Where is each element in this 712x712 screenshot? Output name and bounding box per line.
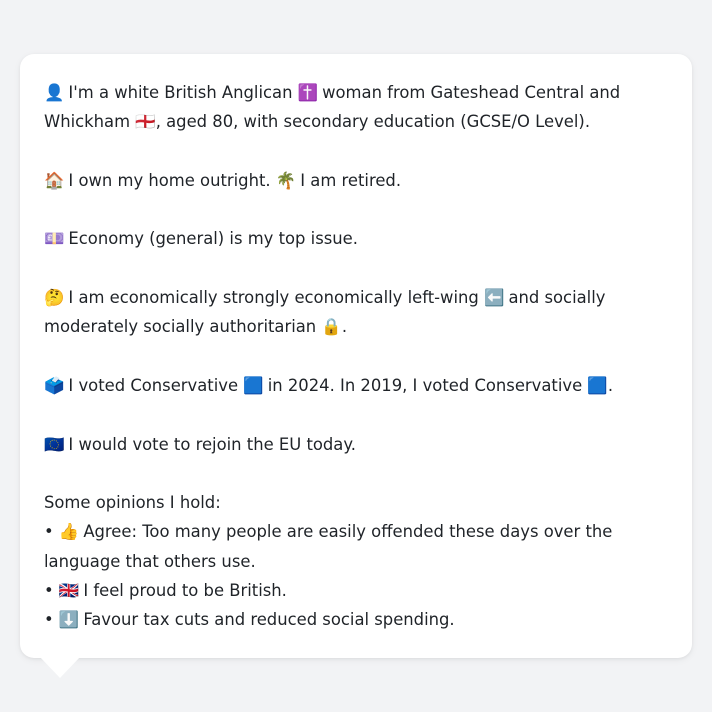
bubble-tail xyxy=(39,656,81,678)
home-text-1: I own my home outright. xyxy=(68,170,271,190)
uk-flag-icon: 🇬🇧 xyxy=(58,581,80,601)
down-arrow-icon: ⬇️ xyxy=(58,610,80,630)
opinions-heading: Some opinions I hold: xyxy=(44,493,221,513)
bullet-char: • xyxy=(44,581,54,601)
issue-text: Economy (general) is my top issue. xyxy=(68,229,358,249)
persona-message-bubble: 👤 I'm a white British Anglican ✝️ woman fr… xyxy=(20,54,692,658)
thinking-face-icon: 🤔 xyxy=(44,288,65,308)
eu-paragraph: 🇪🇺 I would vote to rejoin the EU today. xyxy=(44,430,668,459)
opinion-text: Agree: Too many people are easily offend… xyxy=(44,522,613,571)
eu-flag-icon: 🇪🇺 xyxy=(44,434,65,454)
ideology-paragraph: 🤔 I am economically strongly economically… xyxy=(44,283,668,342)
thumbs-up-icon: 👍 xyxy=(58,522,80,542)
home-paragraph: 🏠 I own my home outright. 🌴 I am retired. xyxy=(44,166,668,195)
ideology-text-1: I am economically strongly economically … xyxy=(68,288,479,308)
bullet-char: • xyxy=(44,522,54,542)
cross-icon: ✝️ xyxy=(297,83,319,102)
england-flag-icon: 🏴󠁧󠁢󠁥󠁮󠁧󠁿 xyxy=(135,112,156,132)
ideology-text-3: . xyxy=(341,317,348,337)
vote-paragraph: 🗳️ I voted Conservative 🟦 in 2024. In 2019… xyxy=(44,371,668,400)
identity-text-3: , aged 80, with secondary education (GCS… xyxy=(155,112,591,132)
lock-icon: 🔒 xyxy=(321,317,342,337)
opinion-text: I feel proud to be British. xyxy=(83,581,287,601)
home-text-2: I am retired. xyxy=(300,170,402,190)
issue-paragraph: 💷 Economy (general) is my top issue. xyxy=(44,224,668,253)
palm-tree-icon: 🌴 xyxy=(275,170,297,190)
blue-square-icon: 🟦 xyxy=(243,375,264,395)
vote-text-1: I voted Conservative xyxy=(68,375,239,395)
identity-text-1: I'm a white British Anglican xyxy=(68,83,293,102)
bullet-char: • xyxy=(44,610,54,630)
eu-text: I would vote to rejoin the EU today. xyxy=(68,434,356,454)
money-icon: 💷 xyxy=(44,229,65,249)
vote-text-2: in 2024. In 2019, I voted Conservative xyxy=(267,375,583,395)
person-icon: 👤 xyxy=(44,83,65,102)
opinion-item: • 👍 Agree: Too many people are easily off… xyxy=(44,517,668,576)
opinion-text: Favour tax cuts and reduced social spend… xyxy=(83,610,455,630)
opinions-section: Some opinions I hold: • 👍 Agree: Too many… xyxy=(44,488,668,634)
blue-square-icon: 🟦 xyxy=(587,375,608,395)
ballot-box-icon: 🗳️ xyxy=(44,375,65,395)
house-icon: 🏠 xyxy=(44,170,65,190)
identity-paragraph: 👤 I'm a white British Anglican ✝️ woman fr… xyxy=(44,78,668,137)
left-arrow-icon: ⬅️ xyxy=(484,288,505,308)
vote-text-3: . xyxy=(607,375,614,395)
opinion-item: • 🇬🇧 I feel proud to be British. xyxy=(44,576,668,605)
opinion-item: • ⬇️ Favour tax cuts and reduced social s… xyxy=(44,605,668,634)
